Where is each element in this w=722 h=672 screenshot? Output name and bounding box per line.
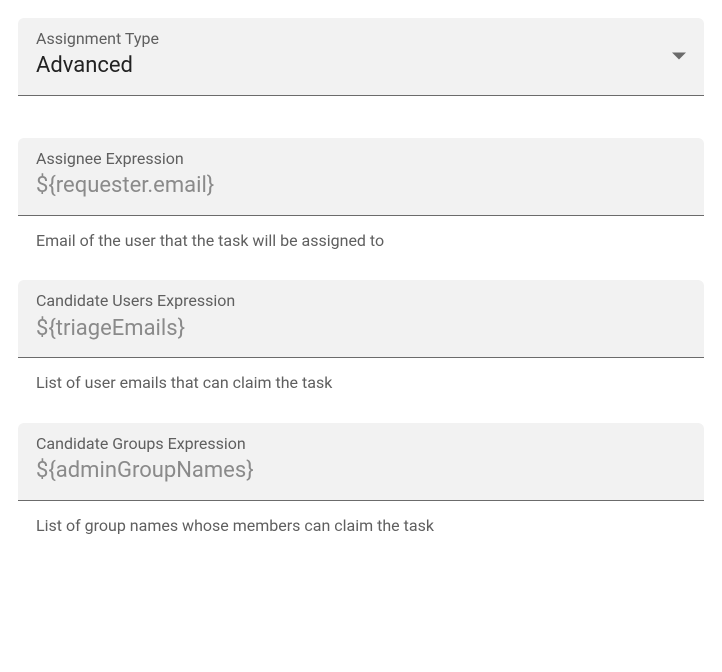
candidate-users-field: Candidate Users Expression ${triageEmail…: [18, 280, 704, 394]
candidate-users-label: Candidate Users Expression: [36, 290, 686, 312]
assignee-expression-helper: Email of the user that the task will be …: [18, 216, 704, 252]
candidate-users-value: ${triageEmails}: [36, 315, 686, 344]
candidate-users-helper: List of user emails that can claim the t…: [18, 358, 704, 394]
candidate-groups-field: Candidate Groups Expression ${adminGroup…: [18, 423, 704, 537]
assignment-type-value: Advanced: [36, 52, 686, 81]
candidate-users-input[interactable]: Candidate Users Expression ${triageEmail…: [18, 280, 704, 358]
candidate-groups-label: Candidate Groups Expression: [36, 433, 686, 455]
candidate-groups-input[interactable]: Candidate Groups Expression ${adminGroup…: [18, 423, 704, 501]
assignee-expression-input[interactable]: Assignee Expression ${requester.email}: [18, 138, 704, 216]
assignment-type-label: Assignment Type: [36, 28, 686, 50]
candidate-groups-value: ${adminGroupNames}: [36, 457, 686, 486]
assignment-type-field: Assignment Type Advanced: [18, 18, 704, 96]
assignee-expression-field: Assignee Expression ${requester.email} E…: [18, 138, 704, 252]
chevron-down-icon: [672, 53, 686, 60]
assignee-expression-label: Assignee Expression: [36, 148, 686, 170]
assignee-expression-value: ${requester.email}: [36, 172, 686, 201]
candidate-groups-helper: List of group names whose members can cl…: [18, 501, 704, 537]
assignment-type-select[interactable]: Assignment Type Advanced: [18, 18, 704, 96]
